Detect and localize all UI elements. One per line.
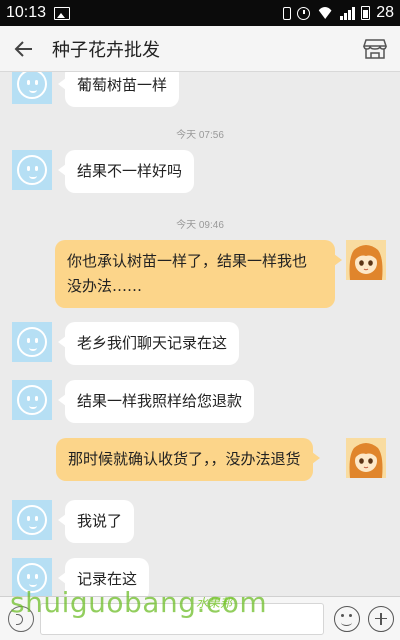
smiley-face-icon [17, 505, 47, 535]
input-bar [0, 596, 400, 640]
incoming-message[interactable]: 我说了 [57, 500, 135, 543]
smiley-face-icon [17, 563, 47, 593]
status-bar: 10:13 28 [0, 0, 400, 26]
incoming-message[interactable]: 老乡我们聊天记录在这 [57, 322, 240, 365]
user-avatar[interactable] [346, 438, 386, 478]
smiley-face-icon [17, 327, 47, 357]
contact-avatar[interactable] [12, 500, 52, 540]
incoming-message[interactable]: 结果一样我照样给您退款 [57, 380, 255, 423]
message-timestamp: 今天 07:56 [176, 130, 224, 141]
cartoon-girl-avatar-icon [346, 240, 386, 280]
message-input[interactable] [40, 602, 324, 635]
battery-level: 28 [376, 4, 394, 21]
status-time: 10:13 [6, 4, 47, 21]
incoming-message[interactable]: 结果不一样好吗 [57, 150, 195, 193]
chat-title: 种子花卉批发 [52, 39, 160, 61]
signal-icon [340, 6, 356, 20]
wifi-icon [316, 7, 334, 19]
chat-header: 种子花卉批发 [0, 26, 400, 72]
contact-avatar[interactable] [12, 150, 52, 190]
status-icons: 28 [283, 4, 394, 22]
plus-icon[interactable] [368, 605, 394, 632]
outgoing-message[interactable]: 那时候就确认收货了，，没办法退货 [56, 438, 320, 481]
message-text-line: 你也承认树苗一样了，结果一样我也 [67, 252, 308, 270]
outgoing-message[interactable]: 你也承认树苗一样了，结果一样我也 没办法…… [55, 240, 342, 308]
cartoon-girl-avatar-icon [346, 438, 386, 478]
message-text-line: 没办法…… [67, 277, 143, 295]
message-timestamp: 今天 09:46 [176, 220, 224, 231]
image-notification-icon [54, 6, 71, 20]
incoming-message[interactable]: 葡萄树苗一样 [57, 72, 180, 107]
battery-icon [361, 6, 371, 20]
contact-avatar[interactable] [12, 322, 52, 362]
smiley-face-icon [17, 155, 47, 185]
incoming-message[interactable]: 记录在这 [57, 558, 150, 596]
emoji-icon[interactable] [334, 605, 360, 632]
message-list[interactable]: 葡萄树苗一样 今天 07:56 结果不一样好吗 今天 09:46 你也承认树苗一… [0, 72, 400, 596]
arrow-left-icon[interactable] [10, 35, 38, 63]
smiley-face-icon [17, 72, 47, 99]
vibrate-icon [283, 6, 292, 20]
store-icon[interactable] [362, 36, 388, 62]
contact-avatar[interactable] [12, 72, 52, 104]
contact-avatar[interactable] [12, 558, 52, 596]
voice-icon[interactable] [8, 605, 34, 632]
user-avatar[interactable] [346, 240, 386, 280]
alarm-icon [297, 6, 311, 20]
smiley-face-icon [17, 385, 47, 415]
contact-avatar[interactable] [12, 380, 52, 420]
